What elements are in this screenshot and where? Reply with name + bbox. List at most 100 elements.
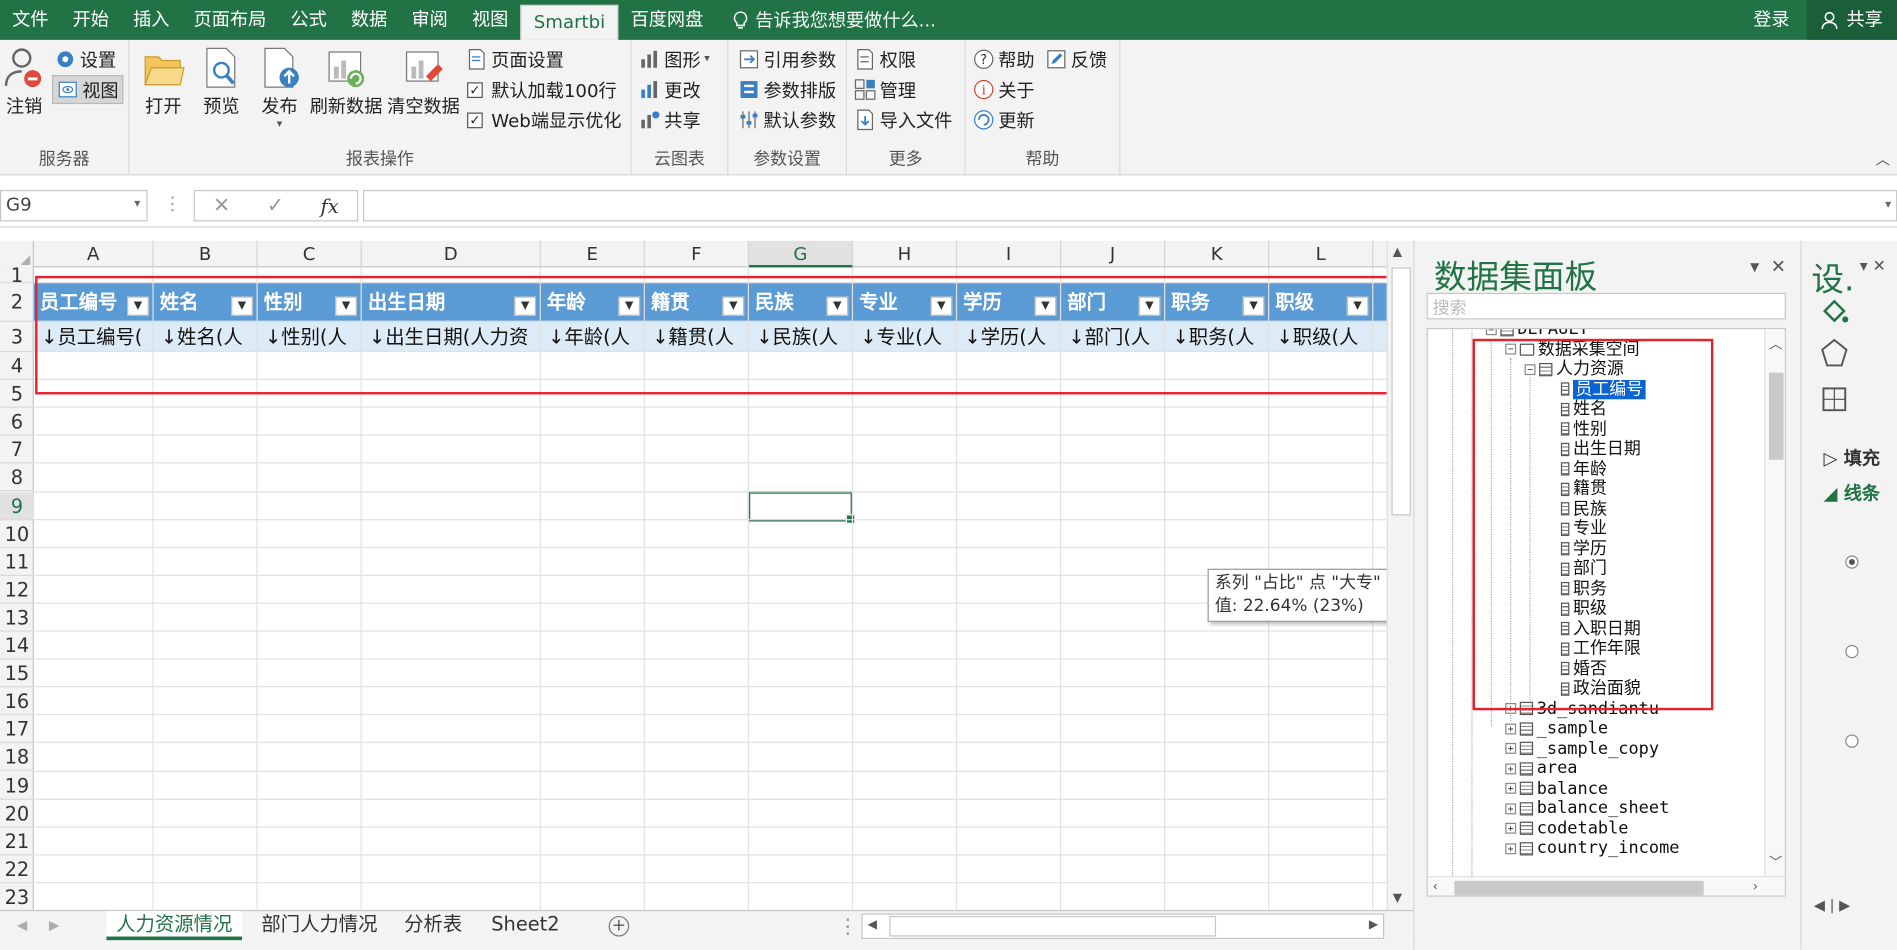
column-header-l[interactable]: L [1269,240,1374,268]
help-button[interactable]: ? 帮助 [973,45,1035,74]
row-header-22[interactable]: 22 [0,855,34,884]
column-header-h[interactable]: H [853,240,958,268]
row-header-7[interactable]: 7 [0,436,34,464]
param-arrange-button[interactable]: 参数排版 [738,75,836,104]
column-header-c[interactable]: C [258,240,362,268]
row-header-14[interactable]: 14 [0,632,34,660]
row-header-21[interactable]: 21 [0,827,34,856]
change-button[interactable]: 更改 [639,75,701,104]
column-header-f[interactable]: F [645,240,749,268]
row-header-3[interactable]: 3 [0,322,34,353]
row-header-5[interactable]: 5 [0,380,34,408]
row-header-2[interactable]: 2 [0,283,34,322]
column-header-j[interactable]: J [1061,240,1166,268]
row-header-8[interactable]: 8 [0,464,34,492]
open-button[interactable]: 打开 [139,45,187,119]
paint-bucket-icon[interactable] [1819,296,1850,334]
expand-icon[interactable]: + [1505,782,1517,794]
sheet-tab-analysis[interactable]: 分析表 [394,911,471,940]
sheet-tab-dept[interactable]: 部门人力情况 [252,911,388,940]
tell-me-box[interactable]: 告诉我您想要做什么... [715,7,936,32]
tab-formulas[interactable]: 公式 [278,0,339,40]
settings-scroll-icon[interactable]: ◀ | ▶ [1814,897,1850,914]
collapse-icon[interactable]: − [1485,329,1497,335]
tree-table-item[interactable]: + _sample_copy [1505,739,1659,758]
logout-button[interactable]: 注销 [2,45,46,119]
row-header-18[interactable]: 18 [0,743,34,772]
share-button[interactable]: 共享 [1806,0,1897,40]
expand-icon[interactable]: + [1505,842,1517,854]
ref-param-button[interactable]: 引用参数 [738,45,836,74]
panel-search-input[interactable]: 搜索 [1426,292,1786,320]
clear-data-button[interactable]: 清空数据 [386,45,461,119]
tree-scroll-down-icon[interactable]: ﹀ [1769,852,1782,871]
publish-button[interactable]: 发布 ▾ [255,45,303,131]
expand-icon[interactable]: + [1505,722,1517,734]
tree-hscroll-thumb[interactable] [1454,880,1704,896]
row-header-12[interactable]: 12 [0,576,34,604]
default-load-checkbox[interactable]: ✓ 默认加载100行 [467,75,617,104]
scroll-right-icon[interactable]: ▶ [1369,918,1378,931]
pentagon-icon[interactable] [1819,338,1850,376]
scroll-down-icon[interactable]: ▼ [1393,892,1402,905]
tree-table-item[interactable]: + area [1505,759,1577,778]
insert-function-icon[interactable]: fx [321,194,339,217]
row-header-16[interactable]: 16 [0,688,34,716]
row-header-19[interactable]: 19 [0,771,34,800]
tab-review[interactable]: 审阅 [399,0,460,40]
tab-splitter-icon[interactable]: ⋮ [837,915,858,939]
tree-scroll-right-icon[interactable]: › [1753,878,1758,894]
selected-cell[interactable] [747,490,856,524]
collapse-ribbon-icon[interactable]: ︿ [1875,149,1890,170]
radio-option-1[interactable] [1845,555,1859,569]
tab-file[interactable]: 文件 [0,0,61,40]
tab-home[interactable]: 开始 [61,0,122,40]
cloud-share-button[interactable]: 共享 [639,105,701,134]
column-header-d[interactable]: D [362,240,541,268]
expand-formula-icon[interactable]: ▾ [1885,198,1891,211]
tree-table-item[interactable]: + codetable [1505,819,1628,838]
tree-scroll-up-icon[interactable]: ︿ [1769,334,1782,353]
settings-button[interactable]: 设置 [54,45,116,74]
view-button[interactable]: 视图 [52,75,124,105]
chevron-down-icon[interactable]: ▾ [1750,255,1759,277]
sheet-tab-sheet2[interactable]: Sheet2 [482,911,570,940]
tree-table-item[interactable]: + balance_sheet [1505,799,1669,818]
scroll-left-icon[interactable]: ◀ [868,918,877,931]
column-header-b[interactable]: B [154,240,258,268]
tree-table-item[interactable]: + country_income [1505,839,1679,858]
fill-section[interactable]: ▷ 填充 [1823,445,1880,470]
sheet-tab-hr[interactable]: 人力资源情况 [106,911,243,941]
radio-option-2[interactable] [1845,644,1859,659]
formula-input[interactable]: ▾ [363,189,1897,222]
cancel-icon[interactable]: ✕ [213,194,230,218]
tab-data[interactable]: 数据 [339,0,400,40]
column-header-e[interactable]: E [541,240,645,268]
name-box[interactable]: G9 ▾ [0,189,148,222]
tree-vscroll[interactable]: ︿ ﹀ [1764,329,1785,877]
column-header-i[interactable]: I [957,240,1062,268]
row-header-13[interactable]: 13 [0,604,34,632]
permission-button[interactable]: 权限 [854,45,916,74]
sheet-nav-icon[interactable]: ◀▶ [17,917,81,933]
preview-button[interactable]: 预览 [197,45,245,119]
about-button[interactable]: i 关于 [973,75,1035,104]
horizontal-scrollbar[interactable]: ◀ ▶ [861,913,1385,939]
update-button[interactable]: 更新 [973,105,1035,134]
import-file-button[interactable]: 导入文件 [854,105,952,134]
tab-insert[interactable]: 插入 [121,0,182,40]
scrollbar-thumb[interactable] [1391,267,1411,516]
expand-icon[interactable]: + [1505,762,1517,774]
tab-baidu-netdisk[interactable]: 百度网盘 [619,0,716,40]
radio-option-3[interactable] [1845,734,1859,748]
drag-handle-icon[interactable]: ⋮ [163,192,181,214]
tree-hscroll[interactable]: ‹ › [1427,876,1785,896]
refresh-data-button[interactable]: 刷新数据 [309,45,384,119]
vertical-scrollbar[interactable]: ▲ ▼ [1386,240,1414,910]
tab-smartbi[interactable]: Smartbi [520,4,619,40]
column-header-g[interactable]: G [748,240,854,268]
add-sheet-icon[interactable]: + [608,915,630,937]
tree-table-item[interactable]: + _sample [1505,719,1608,738]
login-button[interactable]: 登录 [1736,0,1806,40]
tree-scroll-left-icon[interactable]: ‹ [1433,878,1438,894]
